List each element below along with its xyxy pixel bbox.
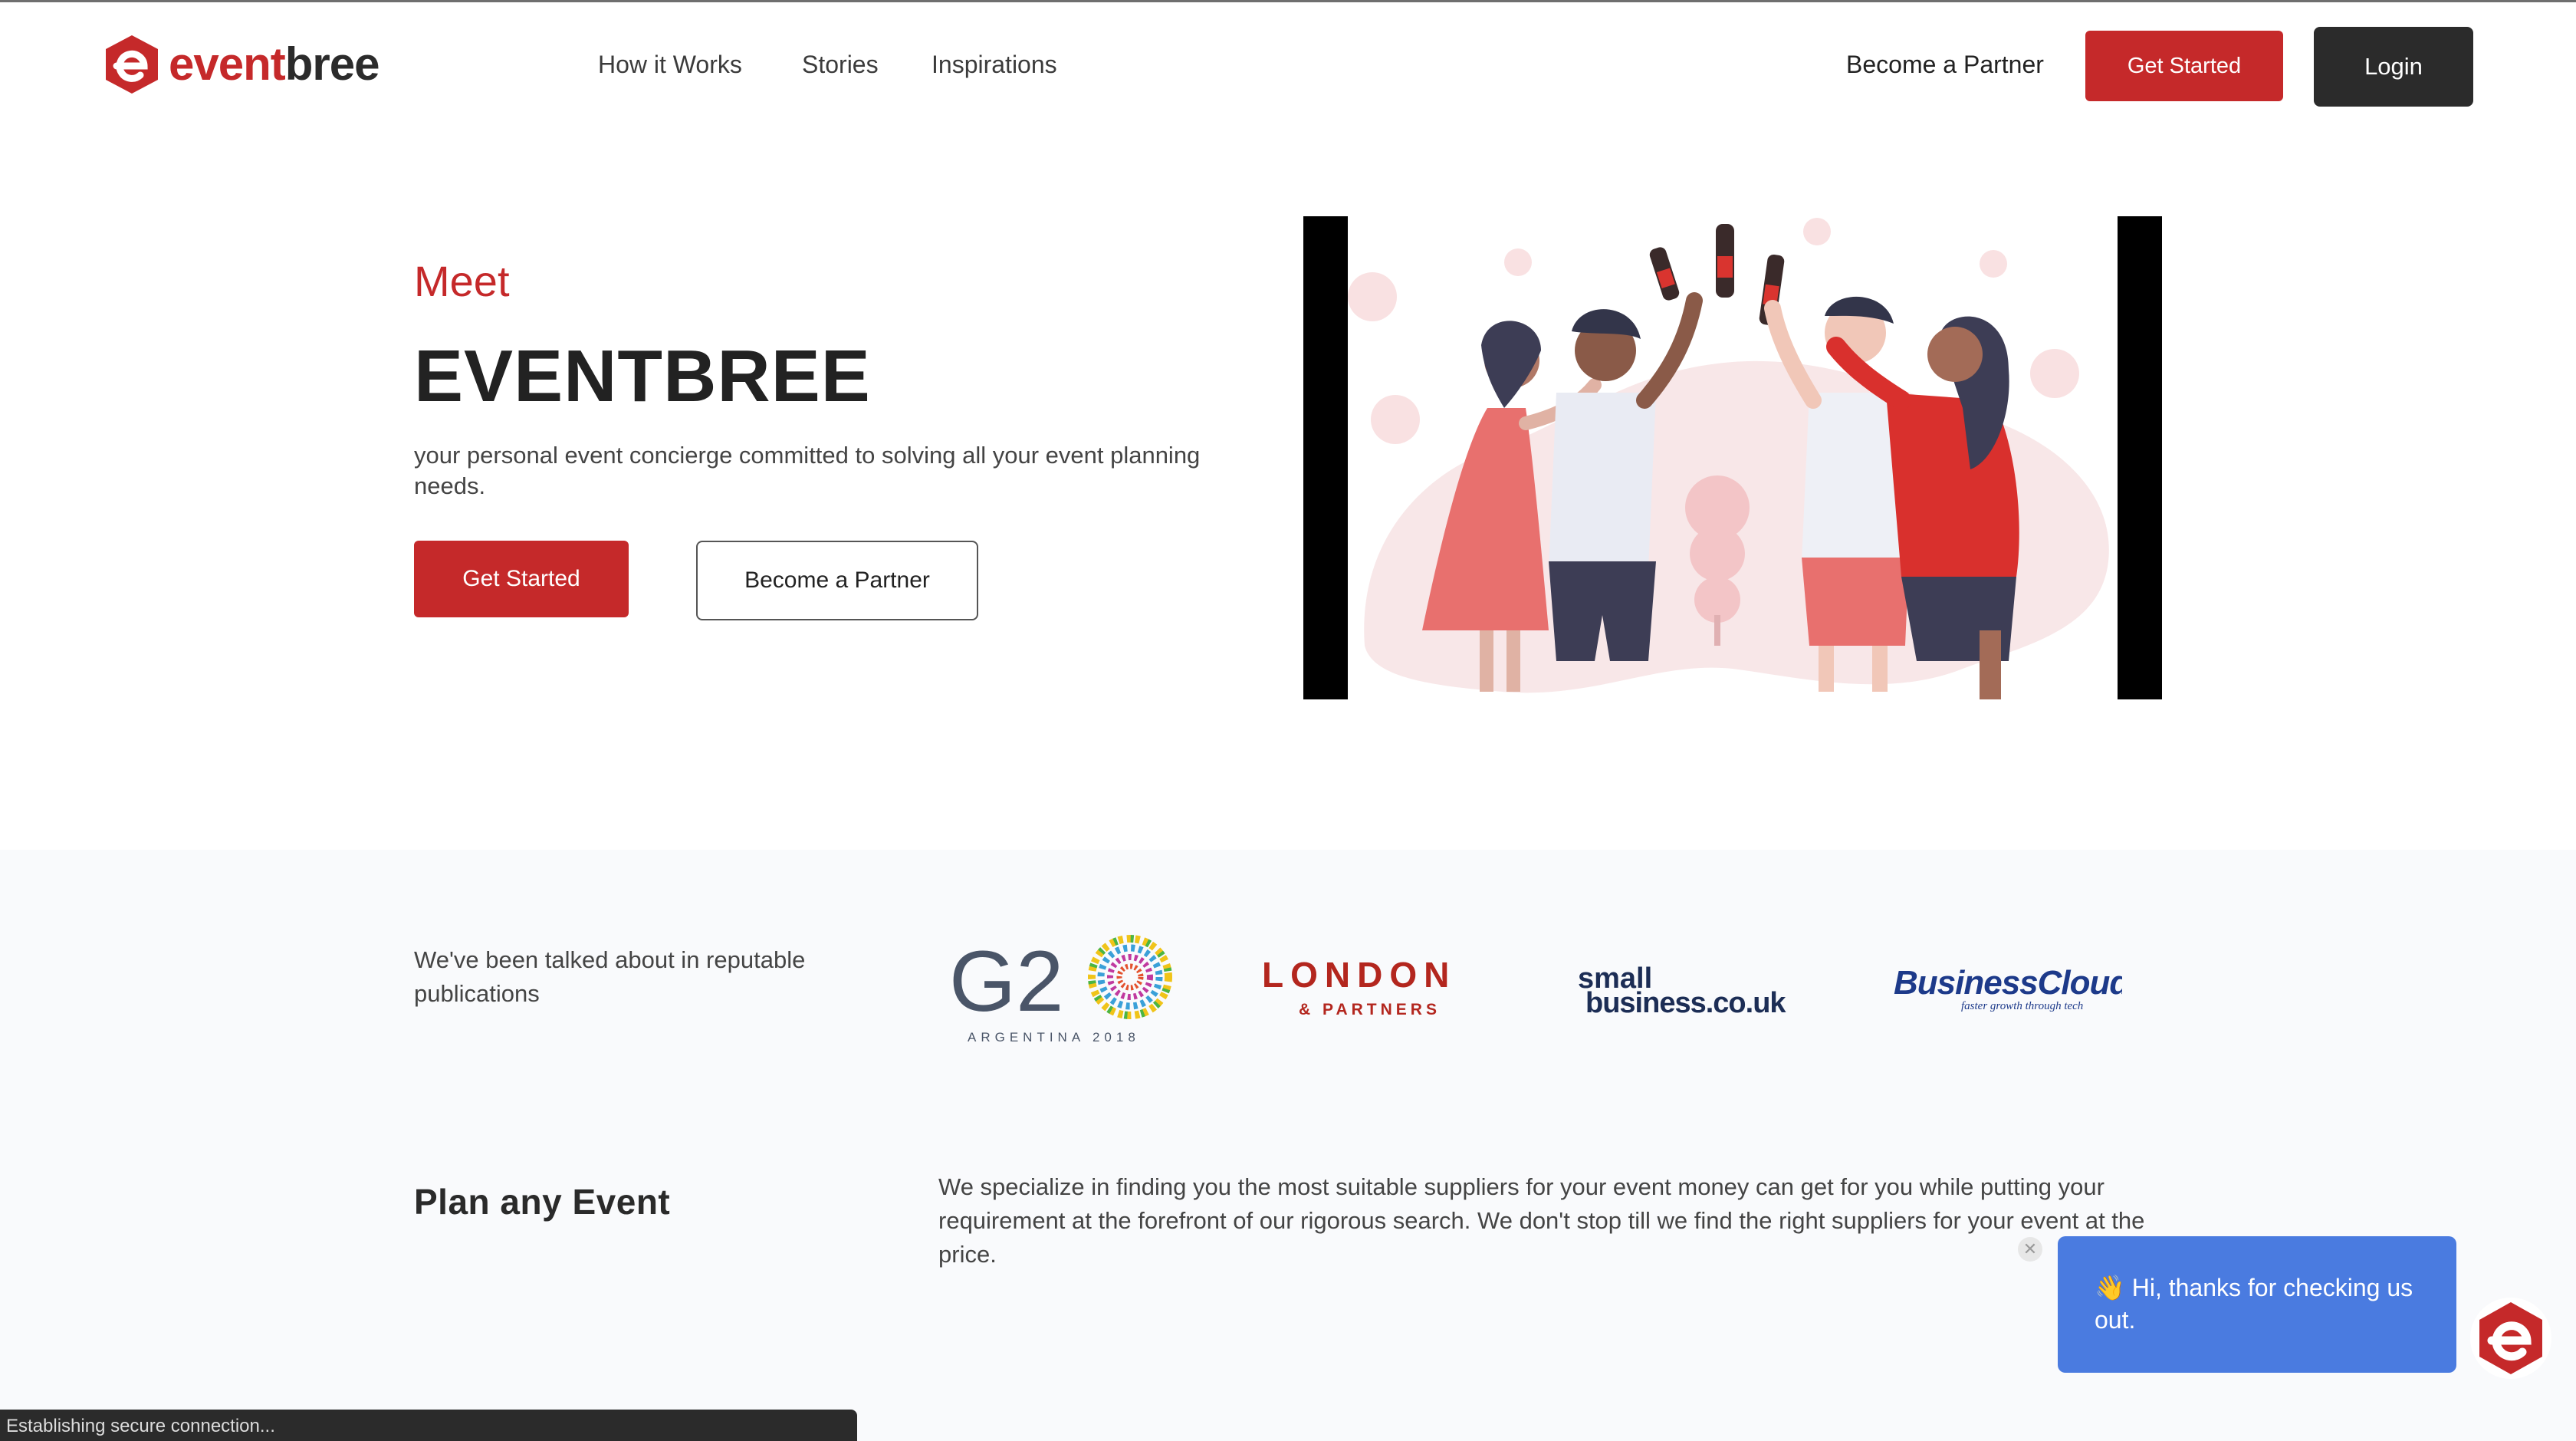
- chat-close-icon[interactable]: ✕: [2018, 1237, 2042, 1262]
- nav-become-partner-link[interactable]: Become a Partner: [1846, 51, 2044, 79]
- nav-stories[interactable]: Stories: [802, 51, 879, 79]
- g20-logo-letters: G2: [949, 934, 1063, 1029]
- login-button[interactable]: Login: [2314, 27, 2473, 107]
- nav-how-it-works[interactable]: How it Works: [598, 51, 742, 79]
- plan-any-event-text: We specialize in finding you the most su…: [938, 1173, 2145, 1268]
- logo-word-bree: bree: [284, 38, 380, 90]
- wave-emoji-icon: 👋: [2095, 1274, 2125, 1301]
- browser-top-line: [0, 0, 2576, 2]
- eventbree-logo[interactable]: eventbree: [100, 32, 380, 97]
- london-logo-sub: & PARTNERS: [1299, 1001, 1441, 1018]
- businesscloud-logo-main: BusinessCloud: [1894, 964, 2122, 1002]
- logo-wordmark: eventbree: [169, 41, 380, 87]
- businesscloud-logo-sub: faster growth through tech: [1961, 1000, 2083, 1012]
- nav-inspirations[interactable]: Inspirations: [932, 51, 1057, 79]
- businesscloud-logo[interactable]: BusinessCloud faster growth through tech: [1892, 962, 2122, 1020]
- hero-get-started-button[interactable]: Get Started: [414, 541, 629, 617]
- smallbusiness-logo[interactable]: small business.co.uk: [1576, 962, 1806, 1020]
- hero-subtitle: your personal event concierge committed …: [414, 442, 1201, 499]
- hero-become-partner-button[interactable]: Become a Partner: [696, 541, 978, 620]
- browser-status-bar: Establishing secure connection...: [0, 1410, 857, 1441]
- hero-celebration-illustration: [1303, 216, 2162, 699]
- g20-argentina-logo[interactable]: G2 ARGENTINA 2018: [948, 934, 1175, 1046]
- g20-logo-subtitle: ARGENTINA 2018: [968, 1030, 1140, 1045]
- press-text: We've been talked about in reputable pub…: [414, 946, 806, 1007]
- hero-meet-label: Meet: [414, 257, 510, 305]
- video-letterbox-left: [1303, 216, 1348, 699]
- plan-any-event-title: Plan any Event: [414, 1182, 671, 1222]
- hero-title: EVENTBREE: [414, 335, 871, 417]
- video-letterbox-right: [2118, 216, 2162, 699]
- london-partners-logo[interactable]: LONDON & PARTNERS: [1260, 955, 1490, 1018]
- chat-message-text: Hi, thanks for checking us out.: [2095, 1274, 2413, 1334]
- smallbiz-logo-line2: business.co.uk: [1585, 987, 1786, 1019]
- london-logo-main: LONDON: [1262, 955, 1456, 995]
- nav-get-started-button[interactable]: Get Started: [2085, 31, 2283, 101]
- chat-greeting-bubble[interactable]: 👋 Hi, thanks for checking us out.: [2058, 1236, 2456, 1373]
- chat-launcher-logo-icon[interactable]: [2470, 1298, 2551, 1379]
- logo-word-event: event: [169, 38, 286, 90]
- eventbree-logo-icon: [106, 35, 158, 94]
